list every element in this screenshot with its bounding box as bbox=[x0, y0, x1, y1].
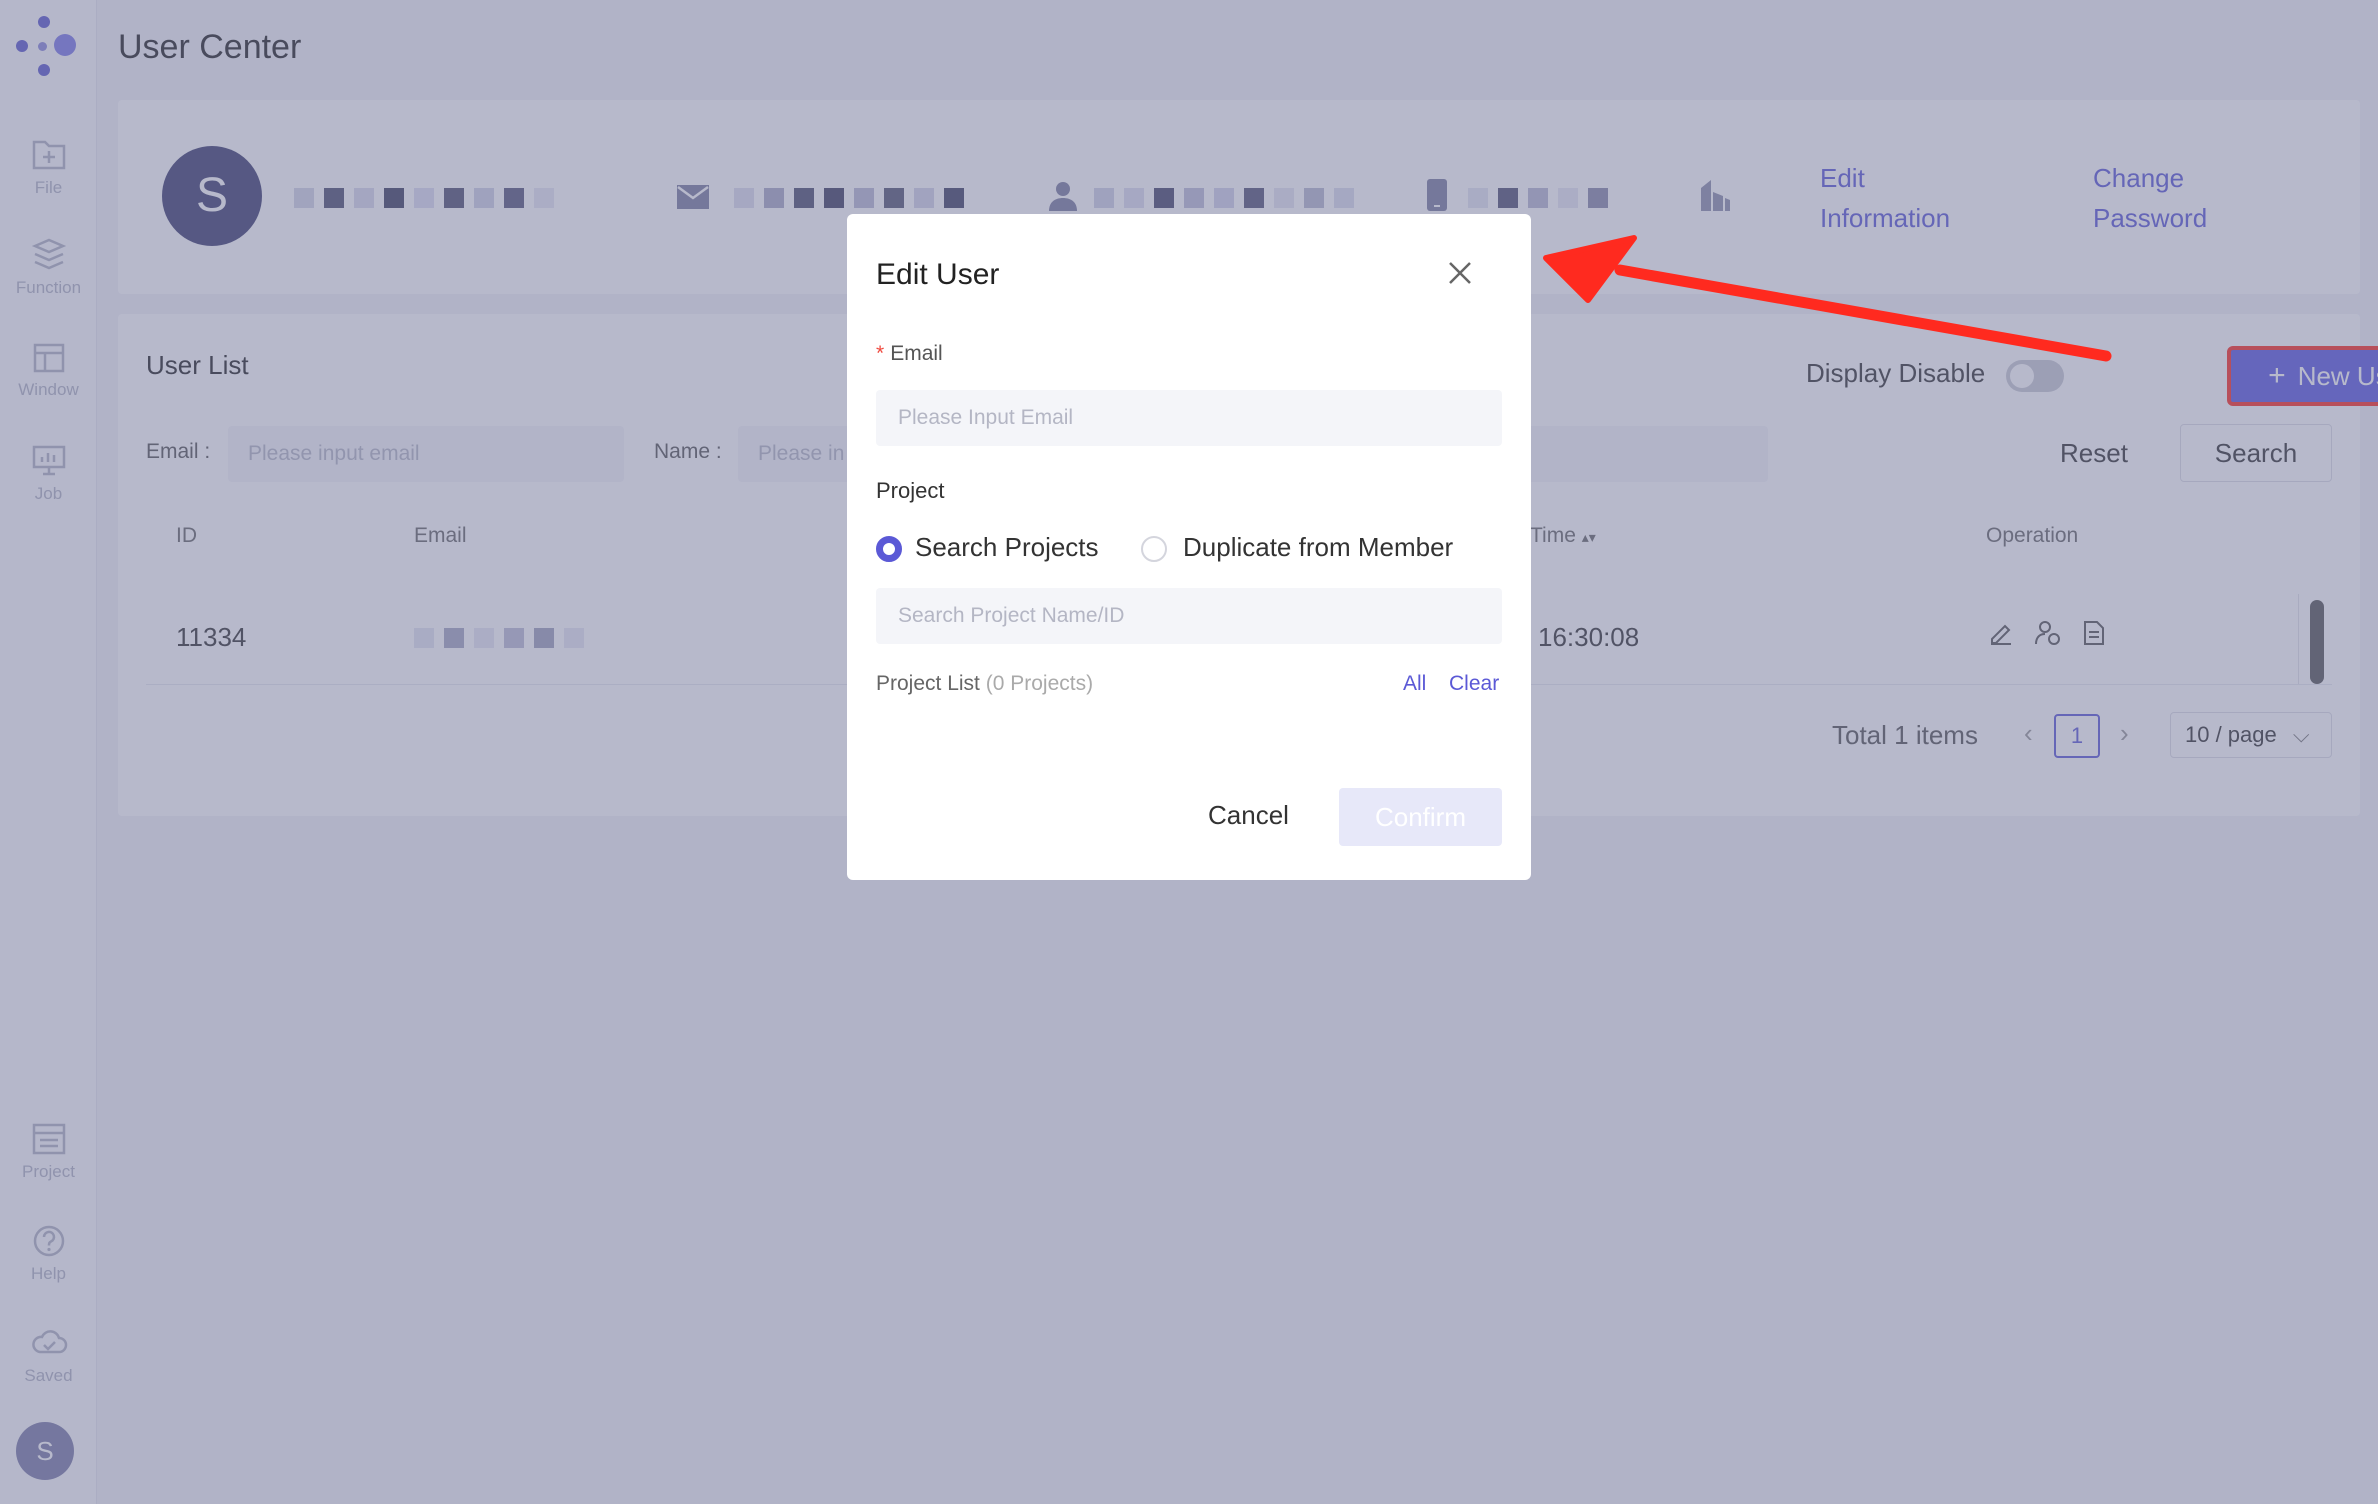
radio-duplicate-member-label[interactable]: Duplicate from Member bbox=[1183, 532, 1453, 563]
required-mark: * bbox=[876, 342, 885, 365]
select-all-link[interactable]: All bbox=[1403, 672, 1426, 696]
radio-search-projects[interactable] bbox=[876, 536, 902, 562]
radio-duplicate-member[interactable] bbox=[1141, 536, 1167, 562]
confirm-button[interactable]: Confirm bbox=[1339, 788, 1502, 846]
project-count: (0 Projects) bbox=[985, 672, 1094, 695]
radio-search-projects-label[interactable]: Search Projects bbox=[915, 532, 1099, 563]
edit-user-modal: Edit User * Email Please Input Email Proj… bbox=[847, 214, 1531, 880]
clear-link[interactable]: Clear bbox=[1449, 672, 1499, 696]
cancel-button[interactable]: Cancel bbox=[1208, 800, 1289, 831]
email-label: * Email bbox=[876, 342, 943, 365]
close-icon[interactable] bbox=[1443, 256, 1477, 290]
project-search-input[interactable]: Search Project Name/ID bbox=[876, 588, 1502, 644]
email-input[interactable]: Please Input Email bbox=[876, 390, 1502, 446]
project-list-label: Project List (0 Projects) bbox=[876, 672, 1094, 695]
project-label: Project bbox=[876, 478, 945, 503]
modal-title: Edit User bbox=[876, 258, 1000, 291]
